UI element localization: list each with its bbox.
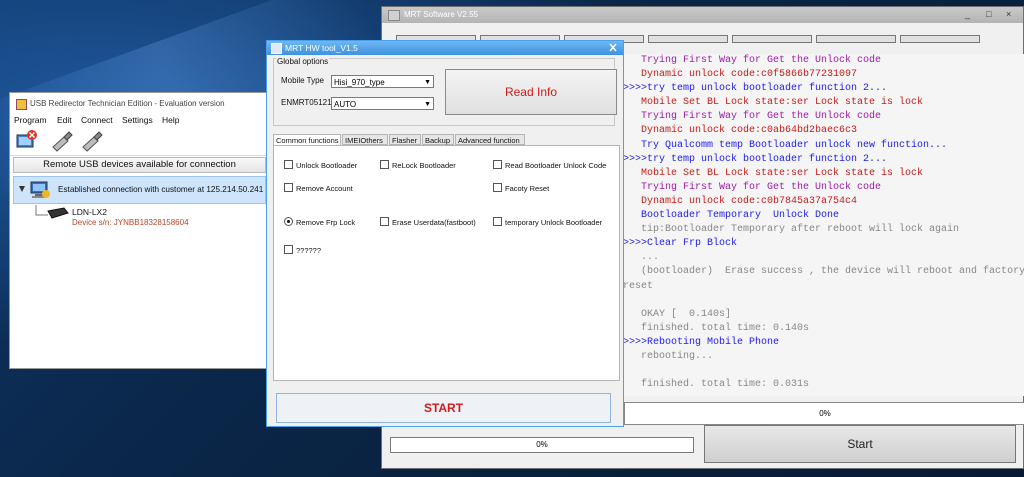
mobile-type-label: Mobile Type — [281, 76, 324, 85]
hw-window-title: MRT HW tool_V1.5 — [285, 43, 358, 53]
mrt-tab[interactable] — [648, 35, 728, 43]
mobile-type-value: Hisi_970_type — [334, 78, 385, 87]
tab-advanced-function[interactable]: Advanced function — [455, 134, 525, 145]
chevron-down-icon: ▼ — [424, 101, 431, 108]
log-line: Dynamic unlock code:c0f5866b77231097 — [623, 69, 858, 81]
read-info-button[interactable]: Read Info — [445, 69, 617, 115]
chevron-down-icon: ▼ — [424, 79, 431, 86]
tab-flasher[interactable]: Flasher — [389, 134, 421, 145]
mrt-title-bar[interactable]: MRT Software V2.55 _ □ × — [382, 7, 1023, 23]
log-line: Try Qualcomm temp Bootloader unlock new … — [623, 139, 948, 151]
connection-label: Established connection with customer at … — [58, 185, 264, 194]
log-line: Trying First Way for Get the Unlock code — [623, 111, 882, 123]
computer-icon — [30, 181, 50, 198]
log-line: >>>>Clear Frp Block — [623, 238, 738, 250]
global-options-legend: Global options — [276, 57, 330, 66]
log-line: Bootloader Temporary Unlock Done — [623, 210, 840, 222]
mrt-tab[interactable] — [816, 35, 896, 43]
mrt-tab[interactable] — [900, 35, 980, 43]
relock-bootloader-checkbox[interactable]: ReLock Bootloader — [380, 160, 456, 170]
minimize-icon[interactable]: _ — [965, 9, 970, 19]
close-icon[interactable] — [605, 42, 621, 53]
menu-bar: Program Edit Connect Settings Help — [10, 113, 267, 127]
log-line: Trying First Way for Get the Unlock code — [623, 55, 882, 66]
checkbox-box[interactable] — [380, 217, 389, 226]
tab-backup[interactable]: Backup — [422, 134, 454, 145]
checkbox-box[interactable] — [493, 217, 502, 226]
mobile-type-select[interactable]: Hisi_970_type ▼ — [331, 75, 434, 88]
mrt-hw-tool-window: MRT HW tool_V1.5 Global options Mobile T… — [266, 40, 624, 427]
tab-imei-others[interactable]: IMEIOthers — [342, 134, 388, 145]
common-functions-panel: Unlock Bootloader ReLock Bootloader Read… — [273, 145, 620, 381]
app-icon — [388, 10, 400, 21]
usb-toolbar — [10, 127, 267, 156]
device-serial: Device s/n: JYNBB18328158604 — [72, 218, 189, 227]
menu-edit[interactable]: Edit — [57, 115, 72, 125]
hw-title-bar[interactable]: MRT HW tool_V1.5 — [267, 41, 623, 55]
remove-account-checkbox[interactable]: Remove Account — [284, 183, 353, 193]
device-name[interactable]: LDN-LX2 — [72, 207, 107, 217]
checkbox-box[interactable] — [284, 245, 293, 254]
checkbox-box[interactable] — [284, 183, 293, 192]
checkbox-box[interactable] — [380, 160, 389, 169]
window-title: MRT Software V2.55 — [404, 10, 478, 19]
log-line: (bootloader) Erase success , the device … — [623, 266, 1024, 278]
menu-help[interactable]: Help — [162, 115, 179, 125]
usb-device-icon — [35, 205, 69, 219]
log-progress-bar: 0% — [624, 402, 1024, 425]
menu-settings[interactable]: Settings — [122, 115, 153, 125]
port-select[interactable]: AUTO ▼ — [331, 97, 434, 110]
log-line: OKAY [ 0.140s] — [623, 308, 732, 320]
port-label: ENMRT05121 — [281, 98, 332, 107]
log-line: ... — [623, 252, 660, 264]
temporary-unlock-bootloader-checkbox[interactable]: temporary Unlock Bootloader — [493, 217, 602, 227]
connection-row[interactable]: Established connection with customer at … — [13, 176, 266, 204]
menu-program[interactable]: Program — [14, 115, 47, 125]
usb-title-bar[interactable]: USB Redirector Technician Edition - Eval… — [10, 93, 267, 113]
checkbox-box[interactable] — [493, 160, 502, 169]
usb-app-icon — [16, 99, 27, 110]
usb-plug-icon[interactable] — [50, 129, 74, 153]
checkbox-box[interactable] — [493, 183, 502, 192]
close-icon[interactable]: × — [1006, 9, 1011, 19]
radio-selected-icon[interactable] — [284, 217, 293, 226]
menu-connect[interactable]: Connect — [81, 115, 113, 125]
disconnect-icon[interactable] — [14, 129, 38, 153]
log-line: Mobile Set BL Lock state:ser Lock state … — [623, 167, 924, 179]
erase-userdata-checkbox[interactable]: Erase Userdata(fastboot) — [380, 217, 476, 227]
collapse-icon[interactable] — [18, 183, 26, 195]
mrt-progress-bar: 0% — [390, 437, 694, 453]
factory-reset-checkbox[interactable]: Facoty Reset — [493, 183, 549, 193]
log-line: Mobile Set BL Lock state:ser Lock state … — [623, 97, 924, 109]
unlock-bootloader-checkbox[interactable]: Unlock Bootloader — [284, 160, 357, 170]
remove-frp-lock-radio[interactable]: Remove Frp Lock — [284, 217, 355, 227]
read-bootloader-unlock-code-checkbox[interactable]: Read Bootloader Unlock Code — [493, 160, 606, 170]
hw-start-button[interactable]: START — [276, 393, 611, 423]
port-value: AUTO — [334, 100, 357, 109]
start-button[interactable]: Start — [704, 425, 1016, 463]
log-line: reset — [623, 280, 654, 292]
usb-window-title: USB Redirector Technician Edition - Eval… — [30, 99, 225, 108]
log-line: rebooting... — [623, 350, 714, 362]
log-line: Trying First Way for Get the Unlock code — [623, 181, 882, 193]
usb-plug-icon[interactable] — [80, 129, 104, 153]
log-output[interactable]: Trying First Way for Get the Unlock code… — [623, 54, 1024, 396]
usb-redirector-window: USB Redirector Technician Edition - Eval… — [9, 92, 268, 369]
hw-app-icon — [271, 43, 282, 54]
log-line: >>>>Rebooting Mobile Phone — [623, 336, 780, 348]
log-line: Dynamic unlock code:c0b7845a37a754c4 — [623, 195, 858, 207]
log-line: finished. total time: 0.031s — [623, 379, 810, 391]
log-line: >>>>try temp unlock bootloader function … — [623, 83, 888, 95]
checkbox-box[interactable] — [284, 160, 293, 169]
unknown-option-checkbox[interactable]: ?????? — [284, 245, 321, 255]
log-line: Dynamic unlock code:c0ab64bd2baec6c3 — [623, 125, 858, 137]
mrt-tab[interactable] — [732, 35, 812, 43]
log-line: tip:Bootloader Temporary after reboot wi… — [623, 224, 960, 236]
devices-header: Remote USB devices available for connect… — [13, 157, 266, 173]
maximize-icon[interactable]: □ — [986, 9, 991, 19]
log-line: >>>>try temp unlock bootloader function … — [623, 153, 888, 165]
log-line: finished. total time: 0.140s — [623, 322, 810, 334]
